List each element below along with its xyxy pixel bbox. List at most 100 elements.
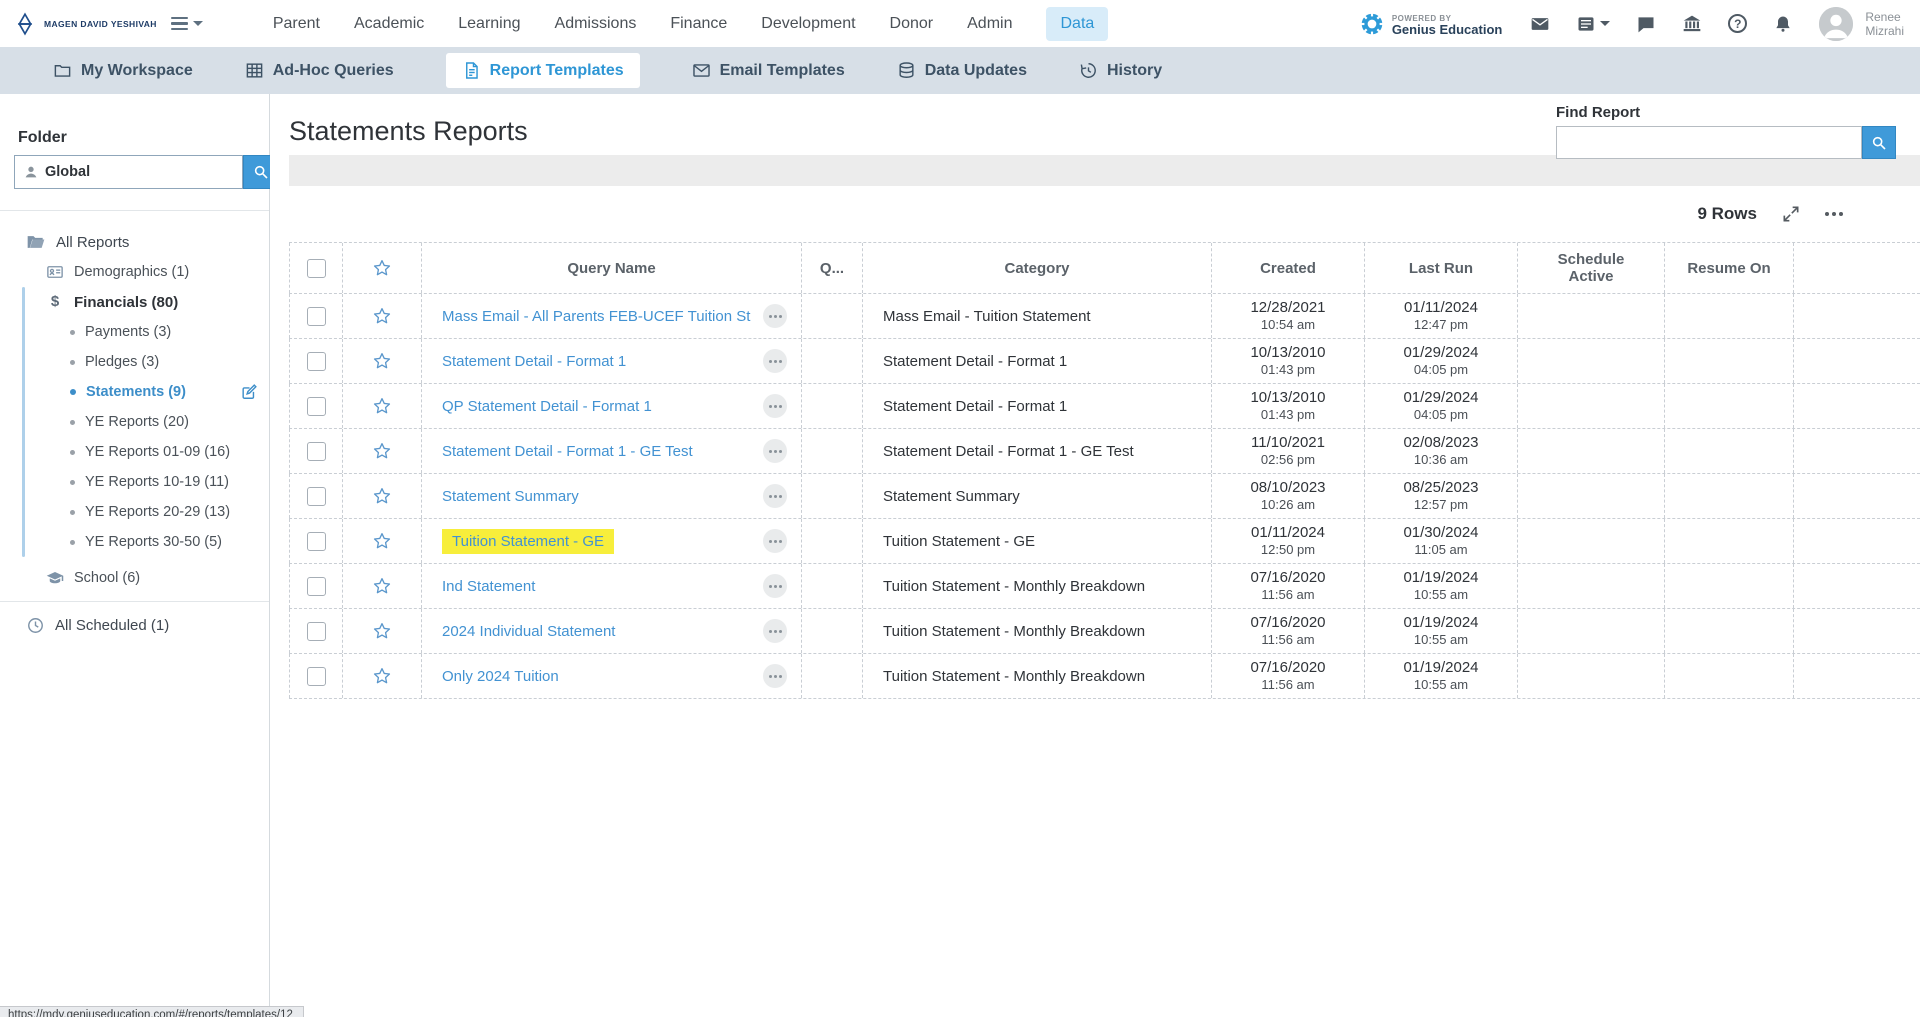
query-name-link[interactable]: QP Statement Detail - Format 1: [442, 398, 763, 415]
help-icon[interactable]: [1728, 14, 1748, 33]
tree-ye-reports[interactable]: YE Reports (20): [0, 407, 269, 437]
nav-parent[interactable]: Parent: [273, 15, 320, 33]
query-name-link[interactable]: Mass Email - All Parents FEB-UCEF Tuitio…: [442, 308, 763, 325]
rows-count: 9 Rows: [1697, 204, 1757, 223]
nav-admin[interactable]: Admin: [967, 15, 1012, 33]
last-run-date: 01/29/2024: [1403, 389, 1479, 406]
column-header-q[interactable]: Q...: [820, 260, 844, 277]
tree-ye-reports-10-19[interactable]: YE Reports 10-19 (11): [0, 467, 269, 497]
genius-gear-icon: [1360, 12, 1383, 35]
table-options-menu-button[interactable]: [1825, 212, 1843, 216]
tree-demographics[interactable]: Demographics (1): [0, 257, 269, 287]
tree-school[interactable]: School (6): [0, 563, 269, 593]
query-name-link-highlighted[interactable]: Tuition Statement - GE: [442, 528, 615, 554]
mail-icon[interactable]: [1530, 14, 1550, 34]
row-checkbox[interactable]: [306, 441, 326, 461]
ellipsis-icon: [773, 629, 777, 633]
edit-folder-icon[interactable]: [240, 382, 259, 406]
favorite-star-icon[interactable]: [372, 396, 392, 416]
column-header-last-run[interactable]: Last Run: [1409, 260, 1473, 277]
tree-ye-reports-20-29[interactable]: YE Reports 20-29 (13): [0, 497, 269, 527]
row-checkbox[interactable]: [306, 396, 326, 416]
tab-my-workspace[interactable]: My Workspace: [53, 61, 193, 80]
tree-ye-reports-01-09[interactable]: YE Reports 01-09 (16): [0, 437, 269, 467]
school-logo[interactable]: MAGEN DAVID YESHIVAH: [12, 11, 157, 37]
row-menu-button[interactable]: [763, 484, 787, 508]
tree-statements[interactable]: Statements (9): [0, 377, 269, 407]
tab-history[interactable]: History: [1079, 61, 1162, 80]
favorite-star-icon[interactable]: [372, 258, 392, 278]
powered-by-branding: POWERED BY Genius Education: [1359, 11, 1502, 37]
nav-development[interactable]: Development: [761, 15, 855, 33]
favorite-star-icon[interactable]: [372, 486, 392, 506]
row-menu-button[interactable]: [763, 619, 787, 643]
select-all-checkbox[interactable]: [306, 258, 326, 278]
chat-icon[interactable]: [1636, 14, 1656, 34]
column-header-schedule-active[interactable]: Schedule Active: [1542, 251, 1640, 285]
nav-finance[interactable]: Finance: [670, 15, 727, 33]
row-menu-button[interactable]: [763, 304, 787, 328]
ellipsis-icon: [773, 314, 777, 318]
row-checkbox[interactable]: [306, 576, 326, 596]
column-header-query-name[interactable]: Query Name: [567, 260, 655, 277]
hamburger-menu-button[interactable]: [170, 16, 203, 31]
table-row: Statement Summary Statement Summary 08/1…: [289, 474, 1920, 519]
nav-academic[interactable]: Academic: [354, 15, 424, 33]
favorite-star-icon[interactable]: [372, 666, 392, 686]
tree-item-label: Payments (3): [85, 324, 172, 340]
column-header-created[interactable]: Created: [1260, 260, 1316, 277]
tab-data-updates[interactable]: Data Updates: [897, 61, 1027, 80]
nav-learning[interactable]: Learning: [458, 15, 520, 33]
column-header-resume-on[interactable]: Resume On: [1687, 260, 1770, 277]
created-time: 01:43 pm: [1260, 362, 1316, 377]
tree-all-reports[interactable]: All Reports: [0, 227, 269, 257]
table-row: Only 2024 Tuition Tuition Statement - Mo…: [289, 654, 1920, 699]
row-checkbox[interactable]: [306, 306, 326, 326]
column-header-category[interactable]: Category: [1004, 260, 1069, 277]
row-menu-button[interactable]: [763, 574, 787, 598]
query-name-link[interactable]: Statement Summary: [442, 488, 763, 505]
institution-icon[interactable]: [1682, 14, 1702, 34]
news-feed-dropdown[interactable]: [1576, 14, 1611, 34]
nav-donor[interactable]: Donor: [890, 15, 934, 33]
row-menu-button[interactable]: [763, 664, 787, 688]
row-checkbox[interactable]: [306, 486, 326, 506]
favorite-star-icon[interactable]: [372, 441, 392, 461]
hamburger-icon: [170, 16, 188, 31]
tab-report-templates[interactable]: Report Templates: [445, 53, 640, 88]
tree-pledges[interactable]: Pledges (3): [0, 347, 269, 377]
find-report-search-button[interactable]: [1862, 126, 1896, 159]
row-checkbox[interactable]: [306, 621, 326, 641]
tab-email-templates[interactable]: Email Templates: [692, 61, 845, 80]
nav-data[interactable]: Data: [1046, 6, 1109, 41]
user-avatar[interactable]: [1819, 6, 1854, 41]
row-menu-button[interactable]: [763, 529, 787, 553]
folder-search-input[interactable]: [45, 164, 242, 180]
tab-ad-hoc-queries[interactable]: Ad-Hoc Queries: [245, 61, 394, 80]
favorite-star-icon[interactable]: [372, 576, 392, 596]
query-name-link[interactable]: 2024 Individual Statement: [442, 623, 763, 640]
favorite-star-icon[interactable]: [372, 351, 392, 371]
row-menu-button[interactable]: [763, 349, 787, 373]
grid-table-icon: [246, 63, 263, 78]
expand-table-button[interactable]: [1781, 204, 1801, 224]
query-name-link[interactable]: Statement Detail - Format 1 - GE Test: [442, 443, 763, 460]
query-name-link[interactable]: Statement Detail - Format 1: [442, 353, 763, 370]
tree-financials[interactable]: Financials (80): [0, 287, 269, 317]
row-checkbox[interactable]: [306, 666, 326, 686]
row-checkbox[interactable]: [306, 531, 326, 551]
favorite-star-icon[interactable]: [372, 621, 392, 641]
tree-all-scheduled[interactable]: All Scheduled (1): [0, 610, 269, 640]
tree-ye-reports-30-50[interactable]: YE Reports 30-50 (5): [0, 527, 269, 557]
query-name-link[interactable]: Only 2024 Tuition: [442, 668, 763, 685]
query-name-link[interactable]: Ind Statement: [442, 578, 763, 595]
nav-admissions[interactable]: Admissions: [555, 15, 637, 33]
row-menu-button[interactable]: [763, 394, 787, 418]
tree-payments[interactable]: Payments (3): [0, 317, 269, 347]
find-report-input[interactable]: [1556, 126, 1862, 159]
favorite-star-icon[interactable]: [372, 306, 392, 326]
favorite-star-icon[interactable]: [372, 531, 392, 551]
notifications-bell-icon[interactable]: [1773, 14, 1793, 34]
row-checkbox[interactable]: [306, 351, 326, 371]
row-menu-button[interactable]: [763, 439, 787, 463]
